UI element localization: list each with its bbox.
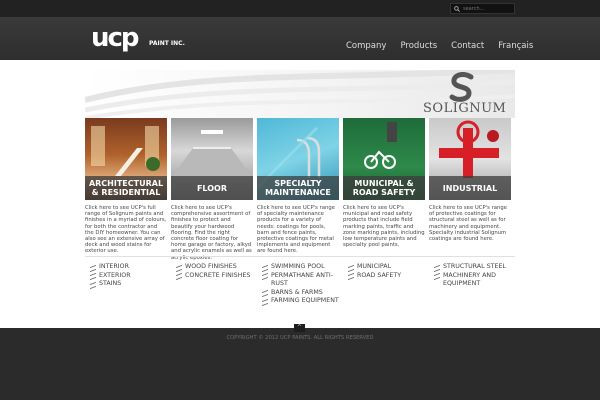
nav-products[interactable]: Products: [400, 41, 437, 51]
link-municipal[interactable]: MUNICIPAL: [348, 263, 401, 272]
solignum-name: SOLIGNUM: [423, 101, 507, 116]
search-box[interactable]: [450, 3, 515, 14]
link-machinery-equipment[interactable]: MACHINERY AND EQUIPMENT: [434, 272, 516, 289]
link-road-safety[interactable]: ROAD SAFETY: [348, 272, 401, 281]
card-municipal[interactable]: MUNICIPAL & ROAD SAFETY Click here to se…: [343, 118, 425, 248]
links-industrial: STRUCTURAL STEEL MACHINERY AND EQUIPMENT: [434, 263, 516, 289]
card-description: Click here to see UCP's comprehensive as…: [171, 205, 252, 261]
nav-company[interactable]: Company: [346, 41, 386, 51]
specialty-image[interactable]: SPECIALTY MAINTENANCE: [257, 118, 339, 200]
logo-mark: ucp: [91, 23, 140, 53]
municipal-image[interactable]: MUNICIPAL & ROAD SAFETY: [343, 118, 425, 200]
link-barns-farms[interactable]: BARNS & FARMS: [262, 289, 344, 298]
industrial-image[interactable]: INDUSTRIAL: [429, 118, 511, 200]
card-description: Click here to see UCP's range of protect…: [429, 205, 507, 243]
card-label: MUNICIPAL & ROAD SAFETY: [343, 176, 425, 200]
link-permathane[interactable]: PERMATHANE ANTI-RUST: [262, 272, 344, 289]
links-municipal: MUNICIPAL ROAD SAFETY: [348, 263, 401, 280]
banner: SOLIGNUM: [85, 70, 515, 118]
divider: [85, 256, 515, 257]
solignum-logo[interactable]: SOLIGNUM: [423, 72, 507, 116]
links-architectural: INTERIOR EXTERIOR STAINS: [90, 263, 131, 289]
link-structural-steel[interactable]: STRUCTURAL STEEL: [434, 263, 516, 272]
card-description: Click here to see UCP's full range of So…: [85, 205, 167, 255]
card-label: SPECIALTY MAINTENANCE: [257, 176, 339, 200]
main-nav: Company Products Contact Français: [346, 41, 547, 51]
nav-francais[interactable]: Français: [498, 41, 533, 51]
card-label: ARCHITECTURAL & RESIDENTIAL: [85, 176, 167, 200]
links-floor: WOOD FINISHES CONCRETE FINISHES: [176, 263, 250, 280]
card-floor[interactable]: FLOOR Click here to see UCP's comprehens…: [171, 118, 253, 261]
link-farming-equipment[interactable]: FARMING EQUIPMENT: [262, 297, 344, 306]
search-icon: [454, 5, 460, 12]
link-interior[interactable]: INTERIOR: [90, 263, 131, 272]
floor-image[interactable]: FLOOR: [171, 118, 253, 200]
top-bar: [0, 0, 600, 17]
site-header: ucp PAINT INC. Company Products Contact …: [0, 17, 600, 60]
card-specialty[interactable]: SPECIALTY MAINTENANCE Click here to see …: [257, 118, 339, 255]
architectural-image[interactable]: ARCHITECTURAL & RESIDENTIAL: [85, 118, 167, 200]
link-swimming-pool[interactable]: SWIMMING POOL: [262, 263, 344, 272]
card-industrial[interactable]: INDUSTRIAL Click here to see UCP's range…: [429, 118, 511, 242]
logo-subtitle: PAINT INC.: [149, 40, 185, 47]
card-label: FLOOR: [171, 176, 253, 200]
nav-contact[interactable]: Contact: [451, 41, 484, 51]
search-input[interactable]: [463, 5, 513, 12]
link-stains[interactable]: STAINS: [90, 280, 131, 289]
ucp-logo[interactable]: ucp PAINT INC.: [91, 23, 186, 53]
link-exterior[interactable]: EXTERIOR: [90, 272, 131, 281]
links-specialty: SWIMMING POOL PERMATHANE ANTI-RUST BARNS…: [262, 263, 344, 306]
solignum-s-logo: [449, 72, 474, 102]
main-content: SOLIGNUM ARCHITECTURAL & RESIDENTIAL Cli…: [0, 60, 600, 328]
card-architectural[interactable]: ARCHITECTURAL & RESIDENTIAL Click here t…: [85, 118, 167, 255]
card-description: Click here to see UCP's range of special…: [257, 205, 335, 255]
link-concrete-finishes[interactable]: CONCRETE FINISHES: [176, 272, 250, 281]
card-label: INDUSTRIAL: [429, 176, 511, 200]
to-top-arrow-icon[interactable]: ^: [294, 324, 305, 332]
link-wood-finishes[interactable]: WOOD FINISHES: [176, 263, 250, 272]
card-description: Click here to see UCP's municipal and ro…: [343, 205, 425, 249]
copyright-text: COPYRIGHT © 2012 UCP PAINTS. ALL RIGHTS …: [226, 335, 374, 341]
